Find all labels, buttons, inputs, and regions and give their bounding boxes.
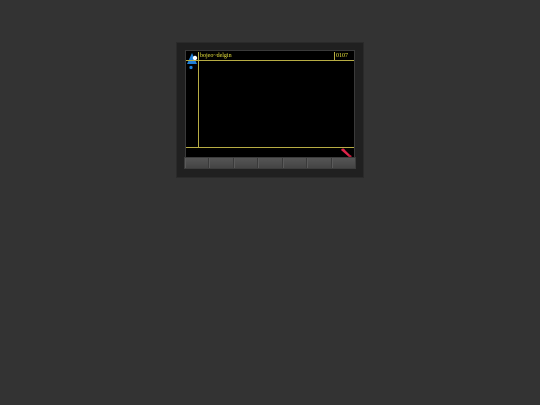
softkey-6[interactable] (307, 158, 332, 168)
footer-rule (186, 147, 354, 148)
softkey-4[interactable] (258, 158, 283, 168)
softkey-5[interactable] (282, 158, 308, 168)
header-rule (186, 60, 354, 61)
counter-value: 0107 (336, 53, 348, 59)
softkey-bar (184, 157, 356, 169)
screen-title: bojeo~delgin (200, 53, 232, 59)
softkey-3[interactable] (233, 158, 259, 168)
device-screen: bojeo~delgin 0107 (185, 50, 355, 158)
softkey-2[interactable] (209, 158, 234, 168)
softkey-7[interactable] (331, 158, 355, 168)
header-divider (334, 52, 335, 60)
left-divider (198, 52, 199, 147)
softkey-1[interactable] (185, 158, 210, 168)
